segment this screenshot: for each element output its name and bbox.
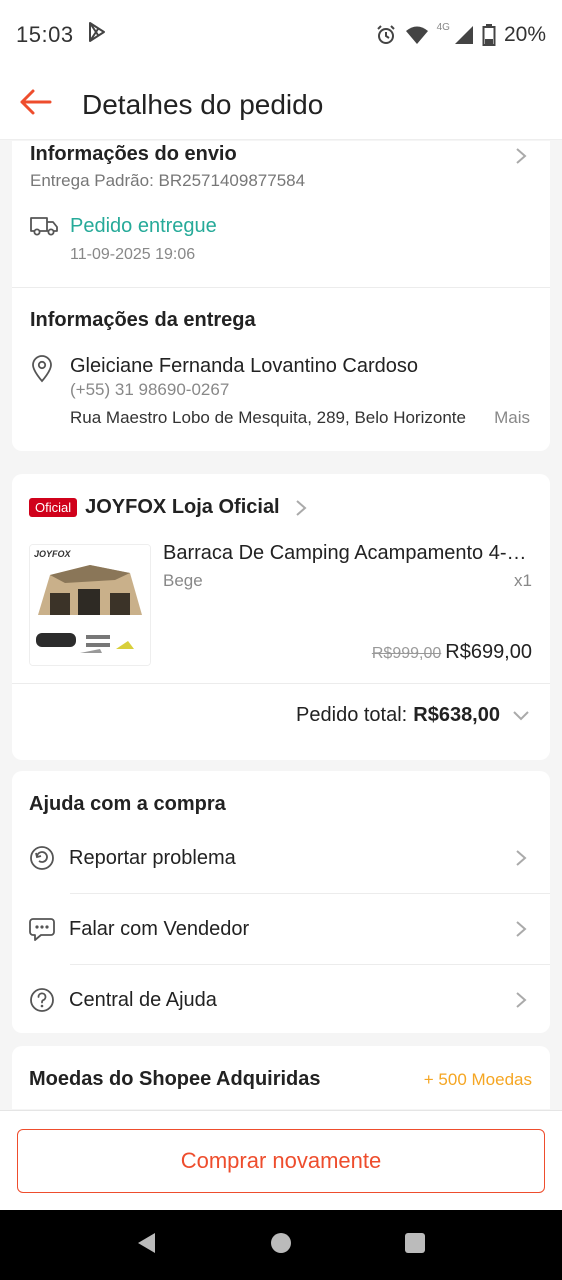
delivery-address[interactable]: Gleiciane Fernanda Lovantino Cardoso (+5…	[30, 355, 532, 428]
product-title: Barraca De Camping Acampamento 4-6 Pesso…	[163, 542, 532, 564]
product-variation: Bege	[163, 571, 203, 590]
product-quantity: x1	[514, 571, 532, 590]
order-details-content[interactable]: Informações do envio Entrega Padrão: BR2…	[0, 141, 562, 1109]
coins-row[interactable]: Moedas do Shopee Adquiridas + 500 Moedas	[29, 1068, 532, 1091]
chevron-right-icon	[510, 918, 532, 940]
order-total-label: Pedido total:	[296, 704, 408, 726]
back-arrow-icon	[18, 88, 52, 121]
shop-name: JOYFOX Loja Oficial	[85, 496, 280, 518]
battery-percent: 20%	[503, 23, 546, 46]
app-header: Detalhes do pedido	[0, 70, 562, 140]
bottom-action-bar: Comprar novamente	[0, 1110, 562, 1210]
product-prices: R$999,00 R$699,00	[372, 641, 532, 664]
buy-again-button[interactable]: Comprar novamente	[17, 1129, 545, 1193]
battery-icon	[482, 24, 496, 46]
delivery-title: Informações da entrega	[30, 309, 256, 331]
signal-icon	[454, 25, 474, 45]
shipping-info-row[interactable]: Informações do envio	[30, 143, 532, 167]
alarm-icon	[375, 24, 397, 46]
original-price: R$999,00	[371, 645, 442, 662]
recipient-name: Gleiciane Fernanda Lovantino Cardoso	[70, 355, 418, 377]
chat-icon	[29, 916, 69, 942]
recipient-phone: (+55) 31 98690-0267	[70, 380, 230, 399]
official-badge: Oficial	[29, 498, 78, 517]
system-nav-bar	[0, 1210, 562, 1280]
help-item-label: Central de Ajuda	[69, 988, 217, 1011]
wifi-icon	[405, 25, 429, 45]
product-brand-mark: JOYFOX	[34, 549, 72, 559]
nav-back-icon[interactable]	[135, 1231, 159, 1260]
shipping-title: Informações do envio	[30, 143, 237, 165]
status-time: 15:03	[16, 22, 74, 47]
chevron-right-icon	[290, 497, 312, 519]
play-store-icon	[86, 21, 108, 49]
tracking-status[interactable]: Pedido entregue 11-09-2025 19:06	[30, 215, 217, 264]
help-center-item[interactable]: Central de Ajuda	[12, 965, 550, 1035]
nav-recents-icon[interactable]	[403, 1231, 427, 1260]
chevron-right-icon	[510, 847, 532, 869]
chevron-down-icon	[510, 705, 532, 727]
coins-amount: + 500 Moedas	[423, 1069, 532, 1089]
chevron-right-icon	[510, 989, 532, 1011]
page-title: Detalhes do pedido	[82, 88, 324, 120]
delivery-date: 11-09-2025 19:06	[70, 246, 196, 263]
shipping-card: Informações do envio Entrega Padrão: BR2…	[12, 141, 550, 451]
recipient-address: Rua Maestro Lobo de Mesquita, 289, Belo …	[70, 408, 466, 427]
network-type: 4G	[436, 21, 450, 33]
order-total-row[interactable]: Pedido total: R$638,00	[12, 704, 532, 727]
product-image[interactable]: JOYFOX	[29, 544, 151, 666]
chevron-right-icon	[510, 145, 532, 167]
coins-title: Moedas do Shopee Adquiridas	[29, 1068, 321, 1090]
report-icon	[29, 845, 69, 871]
back-button[interactable]	[0, 70, 70, 140]
divider	[12, 287, 550, 288]
order-total-value: R$638,00	[413, 704, 500, 726]
shop-card: Oficial JOYFOX Loja Oficial JOYFOX Barra…	[12, 474, 550, 760]
truck-icon	[30, 215, 70, 264]
report-problem-item[interactable]: Reportar problema	[12, 823, 550, 893]
status-bar: 15:03 4G 20%	[0, 0, 562, 70]
product-info[interactable]: Barraca De Camping Acampamento 4-6 Pesso…	[163, 542, 532, 591]
divider	[12, 683, 550, 684]
coins-card: Moedas do Shopee Adquiridas + 500 Moedas	[12, 1046, 550, 1109]
sale-price: R$699,00	[445, 641, 532, 663]
help-title: Ajuda com a compra	[29, 793, 226, 815]
location-pin-icon	[30, 355, 70, 428]
more-link[interactable]: Mais	[494, 408, 530, 428]
status-icons: 4G 20%	[375, 21, 546, 47]
chat-seller-item[interactable]: Falar com Vendedor	[12, 894, 550, 964]
shop-header[interactable]: Oficial JOYFOX Loja Oficial	[29, 496, 312, 519]
delivery-status: Pedido entregue	[70, 215, 217, 237]
help-icon	[29, 987, 69, 1013]
nav-home-icon[interactable]	[269, 1231, 293, 1260]
help-item-label: Falar com Vendedor	[69, 917, 250, 940]
shipping-method: Entrega Padrão: BR2571409877584	[30, 171, 306, 190]
help-card: Ajuda com a compra Reportar problema Fal…	[12, 771, 550, 1033]
help-item-label: Reportar problema	[69, 846, 236, 869]
